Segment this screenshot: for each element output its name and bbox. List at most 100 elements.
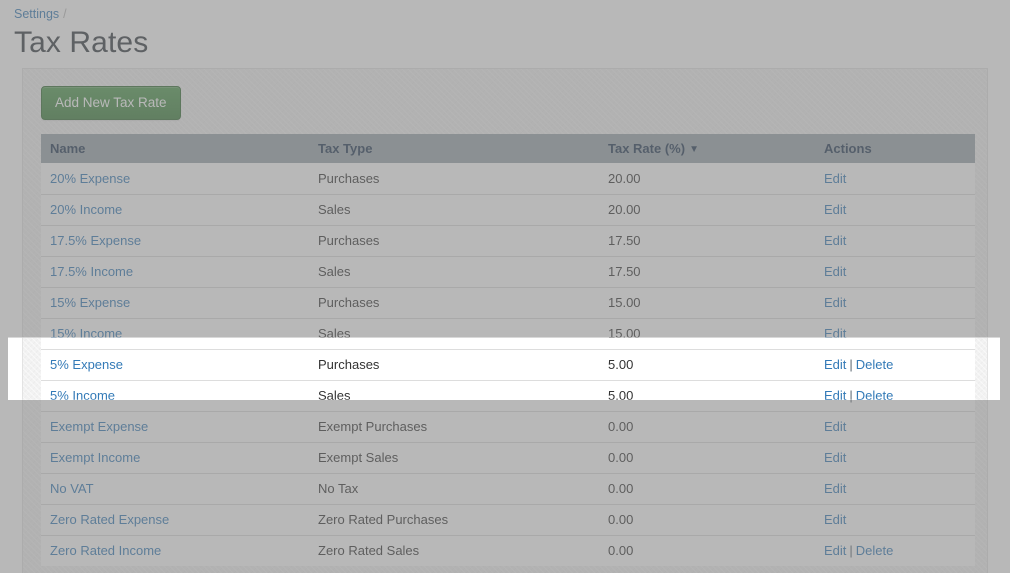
cell-tax-rate: 20.00 xyxy=(599,163,815,194)
cell-tax-rate: 5.00 xyxy=(599,348,815,380)
edit-link[interactable]: Edit xyxy=(824,450,846,465)
column-header-tax-type-label: Tax Type xyxy=(318,141,373,156)
tax-rate-name-link[interactable]: Exempt Expense xyxy=(50,419,148,434)
table-header-row: Name Tax Type Tax Rate (%) ▼ Actions xyxy=(41,134,975,163)
cell-tax-type: Sales xyxy=(309,193,599,225)
cell-name: 5% Income xyxy=(41,379,309,411)
edit-link[interactable]: Edit xyxy=(824,171,846,186)
table-row: 5% Expense Purchases 5.00 Edit | Delete xyxy=(41,348,975,380)
table-row: Zero Rated Expense Zero Rated Purchases 0.… xyxy=(41,503,975,535)
tax-rate-name-link[interactable]: Exempt Income xyxy=(50,450,140,465)
column-header-name[interactable]: Name xyxy=(41,134,309,163)
breadcrumb-link-settings[interactable]: Settings xyxy=(14,7,59,21)
cell-actions: Edit xyxy=(815,317,975,349)
cell-tax-type: Zero Rated Sales xyxy=(309,534,599,566)
tax-rate-name-link[interactable]: Zero Rated Income xyxy=(50,543,161,558)
cell-name: Exempt Expense xyxy=(41,410,309,442)
edit-link[interactable]: Edit xyxy=(824,264,846,279)
cell-tax-type: Purchases xyxy=(309,286,599,318)
cell-tax-rate: 17.50 xyxy=(599,224,815,256)
table-row: Zero Rated Income Zero Rated Sales 0.00 Edi… xyxy=(41,534,975,566)
page-title: Tax Rates xyxy=(14,26,149,59)
cell-name: 17.5% Income xyxy=(41,255,309,287)
cell-tax-type: Sales xyxy=(309,379,599,411)
cell-tax-rate: 0.00 xyxy=(599,410,815,442)
delete-link[interactable]: Delete xyxy=(856,543,894,558)
tax-rates-panel: Add New Tax Rate Name Tax Type Tax Rate … xyxy=(22,68,988,573)
cell-actions: Edit xyxy=(815,193,975,225)
cell-actions: Edit xyxy=(815,163,975,194)
cell-actions: Edit xyxy=(815,410,975,442)
cell-actions: Edit xyxy=(815,255,975,287)
cell-name: 15% Income xyxy=(41,317,309,349)
tax-rate-name-link[interactable]: 20% Expense xyxy=(50,171,130,186)
breadcrumb: Settings / xyxy=(14,6,67,22)
cell-tax-rate: 0.00 xyxy=(599,472,815,504)
edit-link[interactable]: Edit xyxy=(824,202,846,217)
cell-name: Zero Rated Income xyxy=(41,534,309,566)
cell-tax-rate: 5.00 xyxy=(599,379,815,411)
table-row: 17.5% Income Sales 17.50 Edit xyxy=(41,255,975,287)
tax-rate-name-link[interactable]: No VAT xyxy=(50,481,94,496)
cell-name: 17.5% Expense xyxy=(41,224,309,256)
cell-actions: Edit xyxy=(815,441,975,473)
tax-rate-name-link[interactable]: 5% Income xyxy=(50,388,115,403)
column-header-tax-rate[interactable]: Tax Rate (%) ▼ xyxy=(599,134,815,163)
tax-rate-name-link[interactable]: 17.5% Expense xyxy=(50,233,141,248)
cell-tax-rate: 0.00 xyxy=(599,534,815,566)
edit-link[interactable]: Edit xyxy=(824,512,846,527)
table-row: 17.5% Expense Purchases 17.50 Edit xyxy=(41,224,975,256)
edit-link[interactable]: Edit xyxy=(824,543,846,558)
cell-actions: Edit xyxy=(815,286,975,318)
page-root: Settings / Tax Rates Add New Tax Rate Nam… xyxy=(0,0,1010,573)
cell-actions: Edit | Delete xyxy=(815,534,975,566)
column-header-actions-label: Actions xyxy=(824,141,872,156)
cell-actions: Edit xyxy=(815,472,975,504)
column-header-actions: Actions xyxy=(815,134,975,163)
table-row: No VAT No Tax 0.00 Edit xyxy=(41,472,975,504)
table-row: 20% Income Sales 20.00 Edit xyxy=(41,193,975,225)
cell-name: 20% Expense xyxy=(41,163,309,194)
tax-rate-name-link[interactable]: 15% Income xyxy=(50,326,122,341)
cell-tax-rate: 0.00 xyxy=(599,503,815,535)
cell-tax-rate: 15.00 xyxy=(599,286,815,318)
edit-link[interactable]: Edit xyxy=(824,388,846,403)
breadcrumb-separator: / xyxy=(63,7,67,21)
edit-link[interactable]: Edit xyxy=(824,326,846,341)
cell-tax-type: Zero Rated Purchases xyxy=(309,503,599,535)
tax-rate-name-link[interactable]: 5% Expense xyxy=(50,357,123,372)
cell-tax-rate: 15.00 xyxy=(599,317,815,349)
cell-tax-type: Purchases xyxy=(309,224,599,256)
cell-actions: Edit | Delete xyxy=(815,379,975,411)
cell-tax-type: Sales xyxy=(309,255,599,287)
cell-tax-rate: 0.00 xyxy=(599,441,815,473)
tax-rate-name-link[interactable]: 15% Expense xyxy=(50,295,130,310)
table-head: Name Tax Type Tax Rate (%) ▼ Actions xyxy=(41,134,975,163)
panel-body: Add New Tax Rate Name Tax Type Tax Rate … xyxy=(23,69,987,566)
tax-rate-name-link[interactable]: 17.5% Income xyxy=(50,264,133,279)
tax-rate-name-link[interactable]: 20% Income xyxy=(50,202,122,217)
delete-link[interactable]: Delete xyxy=(856,388,894,403)
cell-name: Exempt Income xyxy=(41,441,309,473)
edit-link[interactable]: Edit xyxy=(824,419,846,434)
delete-link[interactable]: Delete xyxy=(856,357,894,372)
table-row: 15% Income Sales 15.00 Edit xyxy=(41,317,975,349)
table-row: Exempt Expense Exempt Purchases 0.00 Edit xyxy=(41,410,975,442)
edit-link[interactable]: Edit xyxy=(824,233,846,248)
cell-tax-type: No Tax xyxy=(309,472,599,504)
table-row: 5% Income Sales 5.00 Edit | Delete xyxy=(41,379,975,411)
cell-name: 15% Expense xyxy=(41,286,309,318)
column-header-tax-rate-label: Tax Rate (%) xyxy=(608,141,686,156)
edit-link[interactable]: Edit xyxy=(824,357,846,372)
sort-descending-icon: ▼ xyxy=(689,144,699,155)
add-new-tax-rate-button[interactable]: Add New Tax Rate xyxy=(41,86,181,120)
table-row: Exempt Income Exempt Sales 0.00 Edit xyxy=(41,441,975,473)
column-header-tax-type[interactable]: Tax Type xyxy=(309,134,599,163)
tax-rate-name-link[interactable]: Zero Rated Expense xyxy=(50,512,169,527)
edit-link[interactable]: Edit xyxy=(824,481,846,496)
cell-name: 20% Income xyxy=(41,193,309,225)
cell-tax-type: Exempt Sales xyxy=(309,441,599,473)
cell-tax-rate: 17.50 xyxy=(599,255,815,287)
table-row: 15% Expense Purchases 15.00 Edit xyxy=(41,286,975,318)
edit-link[interactable]: Edit xyxy=(824,295,846,310)
